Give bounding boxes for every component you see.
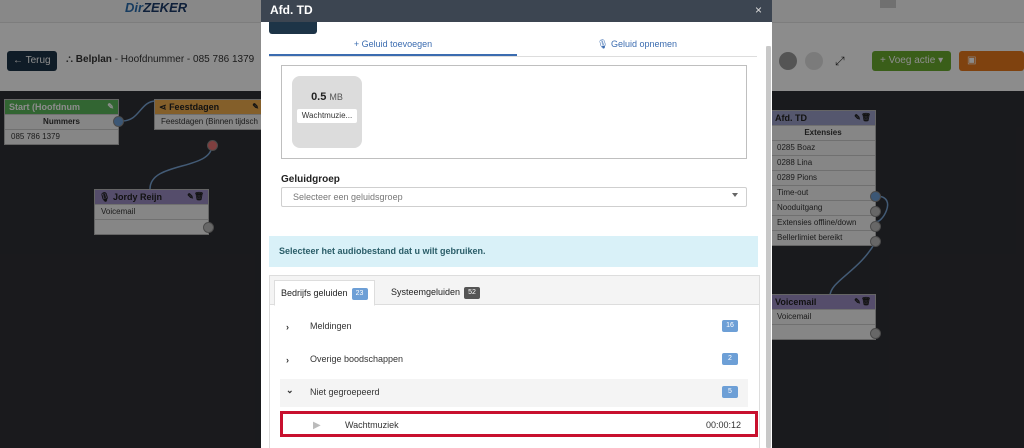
count-badge: 23: [351, 287, 368, 300]
sound-name: Wachtmuzie...: [297, 109, 357, 123]
group-select-placeholder: Selecteer een geluidsgroep: [293, 192, 403, 202]
group-name: Overige boodschappen: [310, 354, 404, 364]
group-row-niet-gegroepeerd[interactable]: ⌄ Niet gegroepeerd 5: [280, 379, 748, 407]
sound-tile[interactable]: 0.5 MB Wachtmuzie...: [292, 76, 362, 148]
chevron-right-icon: ›: [286, 355, 289, 365]
chevron-down-icon: ⌄: [286, 385, 294, 395]
chevron-right-icon: ›: [286, 322, 289, 332]
count-badge: 16: [722, 320, 738, 332]
modal-scrollbar-thumb[interactable]: [766, 46, 771, 448]
modal-title: Afd. TD: [270, 3, 313, 17]
group-row-meldingen[interactable]: › Meldingen 16: [280, 313, 748, 341]
tab-add-sound[interactable]: + Geluid toevoegen: [269, 34, 517, 56]
play-icon[interactable]: ▶: [313, 420, 321, 431]
sound-size: 0.5 MB: [311, 91, 343, 103]
tab-system-sounds[interactable]: Systeemgeluiden 52: [385, 280, 486, 304]
modal-header: Afd. TD ×: [261, 0, 772, 22]
info-alert: Selecteer het audiobestand dat u wilt ge…: [269, 236, 758, 267]
close-icon[interactable]: ×: [755, 3, 762, 17]
group-select[interactable]: Selecteer een geluidsgroep: [281, 187, 747, 207]
sound-item-wachtmuziek[interactable]: ▶ Wachtmuziek 00:00:12: [280, 411, 758, 437]
sound-modal: Afd. TD × + Geluid toevoegen 🎙 Geluid op…: [261, 0, 772, 448]
modal-top-button[interactable]: [269, 22, 317, 34]
mic-icon: 🎙: [597, 39, 609, 49]
chevron-down-icon: [732, 193, 738, 197]
sound-item-name: Wachtmuziek: [345, 420, 399, 430]
count-badge: 2: [722, 353, 738, 365]
group-row-overige[interactable]: › Overige boodschappen 2: [280, 346, 748, 374]
group-name: Niet gegroepeerd: [310, 387, 380, 397]
sound-source-tabs: + Geluid toevoegen 🎙 Geluid opnemen: [269, 34, 757, 57]
library-tabs: Bedrijfs geluiden 23 Systeemgeluiden 52: [270, 276, 759, 306]
sound-item-duration: 00:00:12: [705, 420, 741, 430]
count-badge: 5: [722, 386, 738, 398]
group-name: Meldingen: [310, 321, 352, 331]
group-label: Geluidgroep: [281, 174, 340, 185]
selected-sound-box: 0.5 MB Wachtmuzie...: [281, 65, 747, 159]
tab-record-sound[interactable]: 🎙 Geluid opnemen: [517, 34, 757, 54]
count-badge: 52: [464, 286, 481, 299]
tab-company-sounds[interactable]: Bedrijfs geluiden 23: [274, 280, 375, 306]
info-alert-text: Selecteer het audiobestand dat u wilt ge…: [279, 246, 486, 256]
